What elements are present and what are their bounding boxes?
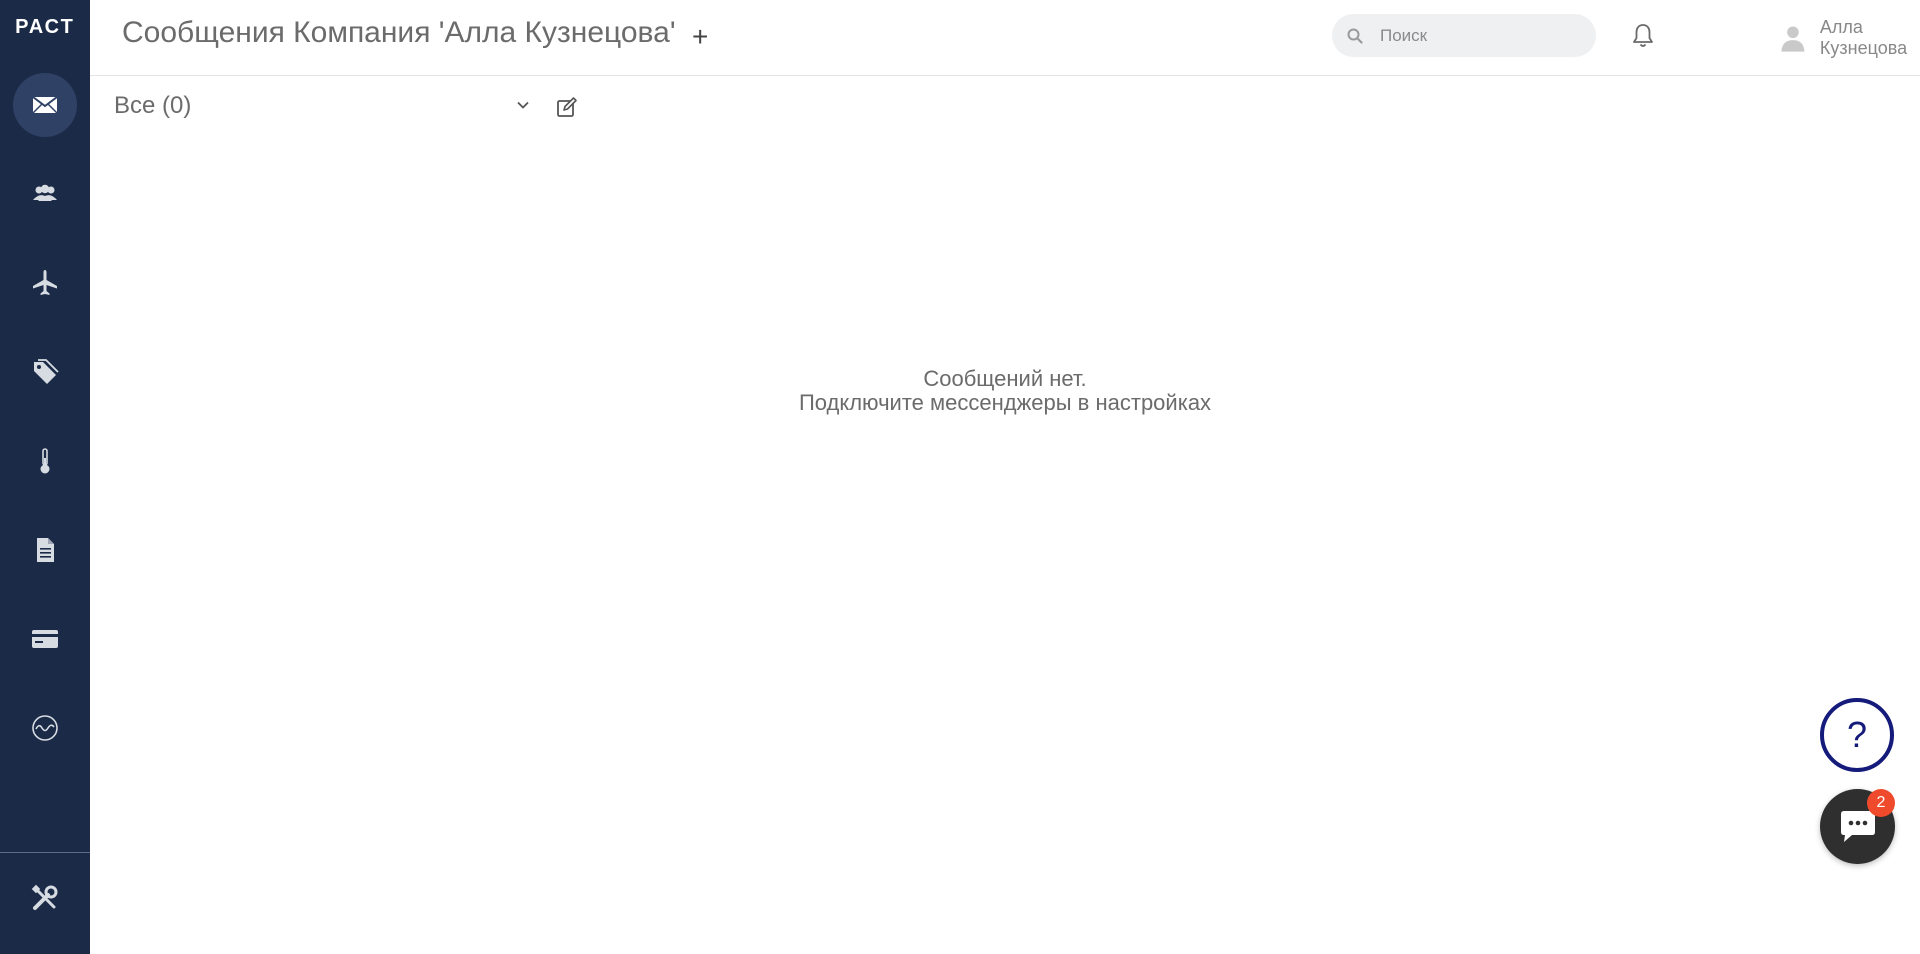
sidebar-item-settings[interactable] [13, 866, 77, 930]
page-title: Сообщения Компания 'Алла Кузнецова' [122, 16, 676, 49]
sidebar-item-tags[interactable] [13, 340, 77, 404]
credit-card-icon [32, 630, 58, 648]
sidebar-item-payments[interactable] [13, 607, 77, 671]
add-button[interactable]: + [692, 20, 708, 54]
tools-icon [31, 884, 58, 910]
users-icon [33, 184, 57, 201]
search-icon [1347, 28, 1363, 44]
empty-state: Сообщений нет. Подключите мессенджеры в … [90, 367, 1920, 415]
envelope-icon [32, 96, 58, 114]
empty-state-hint: Подключите мессенджеры в настройках [798, 390, 1212, 415]
airplane-icon [33, 270, 57, 295]
sidebar-item-messages[interactable] [13, 73, 77, 137]
sidebar-item-documents[interactable] [13, 518, 77, 582]
empty-state-title: Сообщений нет. [923, 366, 1087, 391]
search-input[interactable] [1380, 14, 1580, 57]
logo: РАСТ [15, 16, 75, 38]
sidebar-item-analytics[interactable] [13, 696, 77, 760]
edit-icon[interactable] [556, 96, 578, 118]
thermometer-icon [40, 448, 50, 474]
sidebar-item-clients[interactable] [13, 162, 77, 226]
sidebar: РАСТ [0, 0, 90, 954]
search-box[interactable] [1332, 14, 1596, 57]
sidebar-item-tours[interactable] [13, 251, 77, 315]
filter-label: Все (0) [114, 92, 192, 119]
help-button[interactable]: ? [1820, 698, 1894, 772]
app: РАСТ Сообщения Компания 'Алла Кузнецова'… [0, 0, 1920, 954]
sidebar-item-temperature[interactable] [13, 429, 77, 493]
bell-icon[interactable] [1630, 22, 1656, 50]
chat-notification-badge: 2 [1867, 789, 1895, 817]
pulse-icon [32, 715, 58, 741]
filter-dropdown[interactable]: Все (0) [114, 88, 534, 124]
header: Сообщения Компания 'Алла Кузнецова' + Ал… [90, 0, 1920, 76]
document-icon [37, 538, 54, 562]
tag-icon [34, 359, 59, 384]
sidebar-divider [0, 852, 90, 853]
avatar [1781, 26, 1805, 52]
chevron-down-icon [517, 101, 529, 109]
user-menu[interactable]: Алла Кузнецова [1780, 17, 1920, 58]
user-name: Алла Кузнецова [1819, 17, 1908, 58]
